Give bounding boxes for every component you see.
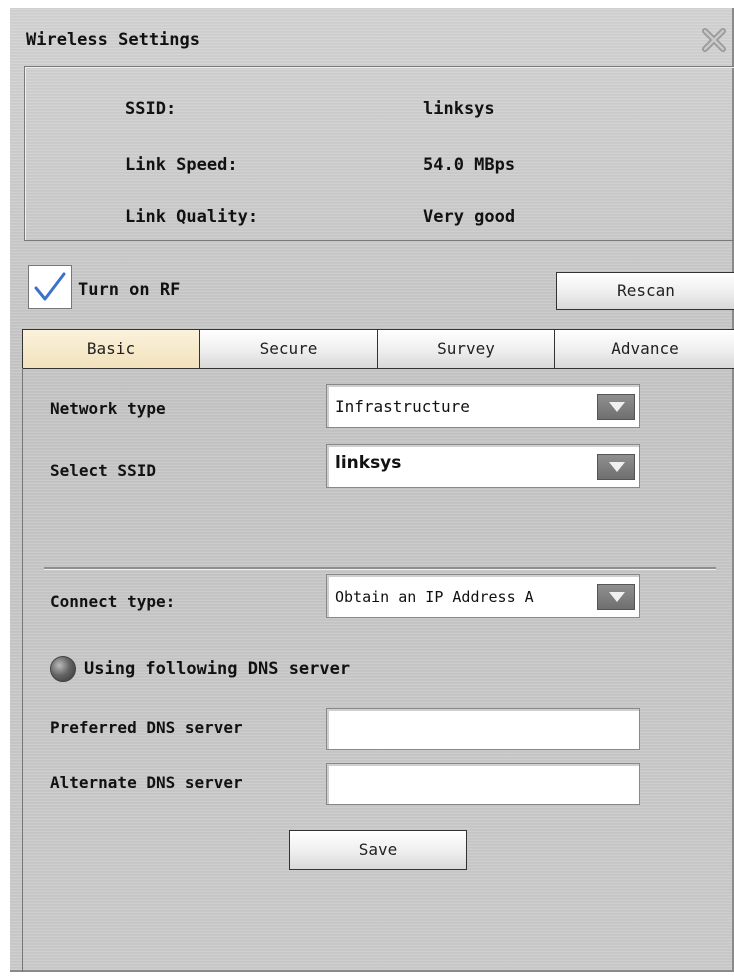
connection-info-panel: SSID: linksys Link Speed: 54.0 MBps Link… bbox=[24, 66, 734, 241]
link-speed-value: 54.0 MBps bbox=[423, 155, 516, 175]
section-divider bbox=[44, 567, 716, 570]
turn-on-rf-label: Turn on RF bbox=[78, 280, 181, 300]
dropdown-arrow-icon[interactable] bbox=[597, 584, 635, 610]
rescan-button[interactable]: Rescan bbox=[556, 272, 734, 310]
tab-secure[interactable]: Secure bbox=[199, 329, 378, 369]
network-type-value: Infrastructure bbox=[335, 397, 470, 416]
link-speed-label: Link Speed: bbox=[125, 155, 238, 175]
preferred-dns-input[interactable] bbox=[326, 708, 640, 750]
select-ssid-select[interactable]: linksys bbox=[326, 444, 640, 488]
connect-type-select[interactable]: Obtain an IP Address A bbox=[326, 574, 640, 618]
link-quality-value: Very good bbox=[423, 207, 516, 227]
settings-tabs: Basic Secure Survey Advance bbox=[22, 329, 734, 369]
dropdown-arrow-icon[interactable] bbox=[597, 454, 635, 480]
alternate-dns-input[interactable] bbox=[326, 763, 640, 805]
preferred-dns-label: Preferred DNS server bbox=[50, 718, 243, 737]
connect-type-label: Connect type: bbox=[50, 592, 176, 611]
dns-server-radio[interactable] bbox=[50, 656, 76, 682]
select-ssid-label: Select SSID bbox=[50, 461, 156, 480]
dns-server-radio-label: Using following DNS server bbox=[84, 659, 351, 679]
alternate-dns-label: Alternate DNS server bbox=[50, 773, 243, 792]
ssid-label: SSID: bbox=[125, 99, 177, 119]
connect-type-value: Obtain an IP Address A bbox=[335, 588, 534, 606]
turn-on-rf-checkbox[interactable] bbox=[28, 265, 72, 309]
network-type-label: Network type bbox=[50, 399, 166, 418]
save-button[interactable]: Save bbox=[289, 830, 467, 870]
tab-advance[interactable]: Advance bbox=[554, 329, 734, 369]
checkmark-icon bbox=[34, 272, 66, 301]
close-icon[interactable] bbox=[702, 28, 726, 52]
ssid-value: linksys bbox=[423, 99, 495, 119]
select-ssid-value: linksys bbox=[335, 453, 402, 473]
link-quality-label: Link Quality: bbox=[125, 207, 259, 227]
tab-survey[interactable]: Survey bbox=[377, 329, 555, 369]
wireless-settings-window: Wireless Settings SSID: linksys Link Spe… bbox=[10, 8, 734, 972]
network-type-select[interactable]: Infrastructure bbox=[326, 384, 640, 428]
tab-basic[interactable]: Basic bbox=[22, 329, 200, 369]
dropdown-arrow-icon[interactable] bbox=[597, 394, 635, 420]
window-title: Wireless Settings bbox=[26, 30, 200, 50]
